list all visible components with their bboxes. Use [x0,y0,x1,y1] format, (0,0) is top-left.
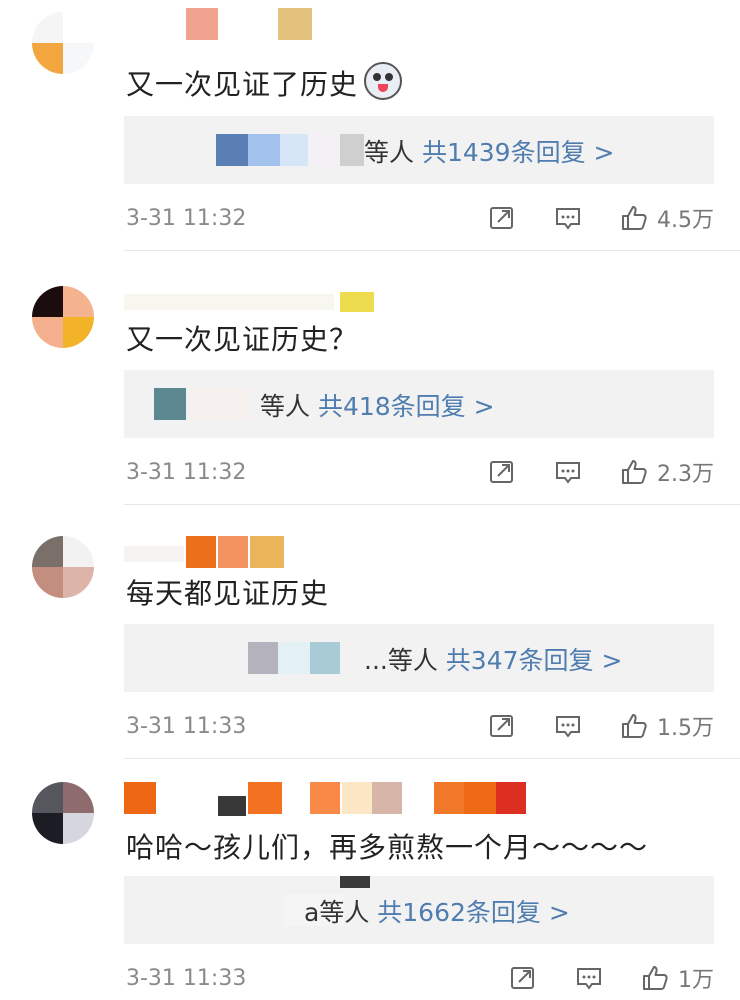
comment-text: 哈哈～孩儿们，再多煎熬一个月～～～～ [126,831,649,864]
username-blurred[interactable] [124,8,324,40]
comment-actions: 1万 [508,962,714,994]
comment-icon[interactable] [553,711,583,741]
share-icon[interactable] [487,203,517,233]
comment-actions: 1.5万 [487,710,714,742]
comment-item: 又一次见证了历史 等人 共1439条回复 > 3-31 11:32 4.5万 [0,0,740,251]
comment-item: 又一次见证历史？ 等人 共418条回复 > 3-31 11:32 2.3万 [0,254,740,505]
share-icon[interactable] [487,711,517,741]
comment-text: 又一次见证了历史 [126,62,403,103]
like-count: 1万 [678,968,714,993]
divider [124,758,740,759]
comment-actions: 2.3万 [487,456,714,488]
thumbs-up-icon[interactable] [640,963,670,993]
reply-users-label: 等人 [364,138,415,167]
reply-count-link[interactable]: 共1662条回复 > [377,898,570,927]
avatar[interactable] [32,536,94,598]
comment-time: 3-31 11:33 [126,966,247,991]
comment-text: 每天都见证历史 [126,577,330,610]
reply-summary[interactable]: 等人 共1439条回复 > [124,116,714,184]
reply-users-label: 等人 [260,392,311,421]
share-icon[interactable] [487,457,517,487]
comment-item: 哈哈～孩儿们，再多煎熬一个月～～～～ a等人 共1662条回复 > 3-31 1… [0,762,740,1000]
reply-summary[interactable]: 等人 共418条回复 > [124,370,714,438]
username-blurred[interactable] [124,782,544,816]
reply-count-link[interactable]: 共347条回复 > [446,646,623,675]
avatar[interactable] [32,782,94,844]
like-count: 2.3万 [657,462,714,487]
comment-time: 3-31 11:32 [126,460,247,485]
comment-icon[interactable] [553,457,583,487]
comment-icon[interactable] [574,963,604,993]
like-count: 1.5万 [657,716,714,741]
divider [124,250,740,251]
avatar[interactable] [32,286,94,348]
reply-users-label: a等人 [304,898,370,927]
husky-emoji-icon [364,62,403,100]
username-blurred[interactable] [124,286,384,318]
comment-time: 3-31 11:32 [126,206,247,231]
comment-icon[interactable] [553,203,583,233]
avatar[interactable] [32,12,94,74]
thumbs-up-icon[interactable] [619,203,649,233]
reply-summary[interactable]: a等人 共1662条回复 > [124,876,714,944]
reply-count-link[interactable]: 共1439条回复 > [422,138,615,167]
share-icon[interactable] [508,963,538,993]
reply-users-label: ...等人 [364,646,438,675]
comment-time: 3-31 11:33 [126,714,247,739]
thumbs-up-icon[interactable] [619,457,649,487]
thumbs-up-icon[interactable] [619,711,649,741]
comment-item: 每天都见证历史 ...等人 共347条回复 > 3-31 11:33 1.5万 [0,508,740,759]
like-count: 4.5万 [657,208,714,233]
divider [124,504,740,505]
comment-actions: 4.5万 [487,202,714,234]
username-blurred[interactable] [124,536,324,568]
reply-summary[interactable]: ...等人 共347条回复 > [124,624,714,692]
reply-count-link[interactable]: 共418条回复 > [318,392,495,421]
comment-text: 又一次见证历史？ [126,323,359,356]
